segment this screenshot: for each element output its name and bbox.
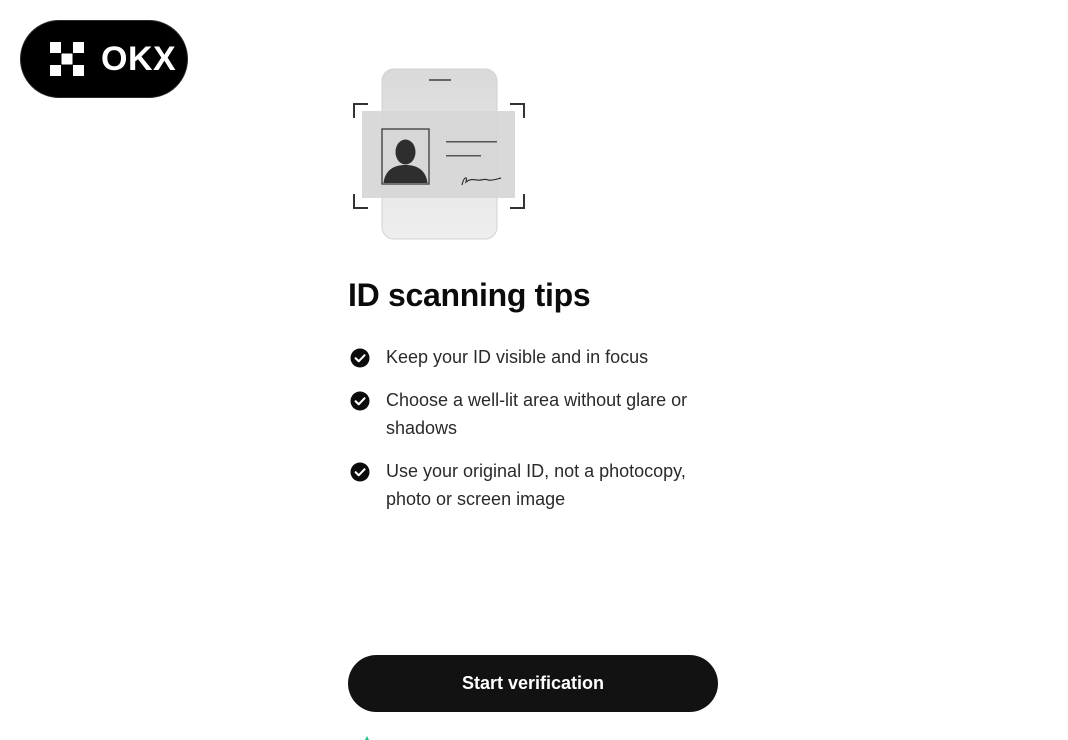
check-circle-icon <box>350 391 370 411</box>
check-circle-icon <box>350 462 370 482</box>
tips-list: Keep your ID visible and in focus Choose… <box>350 343 730 528</box>
okx-logo-icon <box>50 42 84 76</box>
brand-name: OKX <box>101 40 177 78</box>
tip-text: Use your original ID, not a photocopy, p… <box>386 461 686 509</box>
start-verification-label: Start verification <box>461 673 605 693</box>
check-circle-icon <box>350 348 370 368</box>
footer-logo-icon <box>365 736 369 740</box>
start-verification-button[interactable]: Start verification <box>348 655 718 712</box>
tip-text: Keep your ID visible and in focus <box>386 347 649 367</box>
list-item: Use your original ID, not a photocopy, p… <box>350 457 730 513</box>
id-card-scan-illustration <box>353 68 525 240</box>
verification-page: OKX ID scanning tips Keep your ID visibl… <box>0 0 1068 740</box>
list-item: Keep your ID visible and in focus <box>350 343 730 371</box>
okx-logo-badge: OKX <box>20 20 188 98</box>
page-title: ID scanning tips <box>348 277 591 313</box>
tip-text: Choose a well-lit area without glare or … <box>386 390 688 438</box>
list-item: Choose a well-lit area without glare or … <box>350 386 730 442</box>
